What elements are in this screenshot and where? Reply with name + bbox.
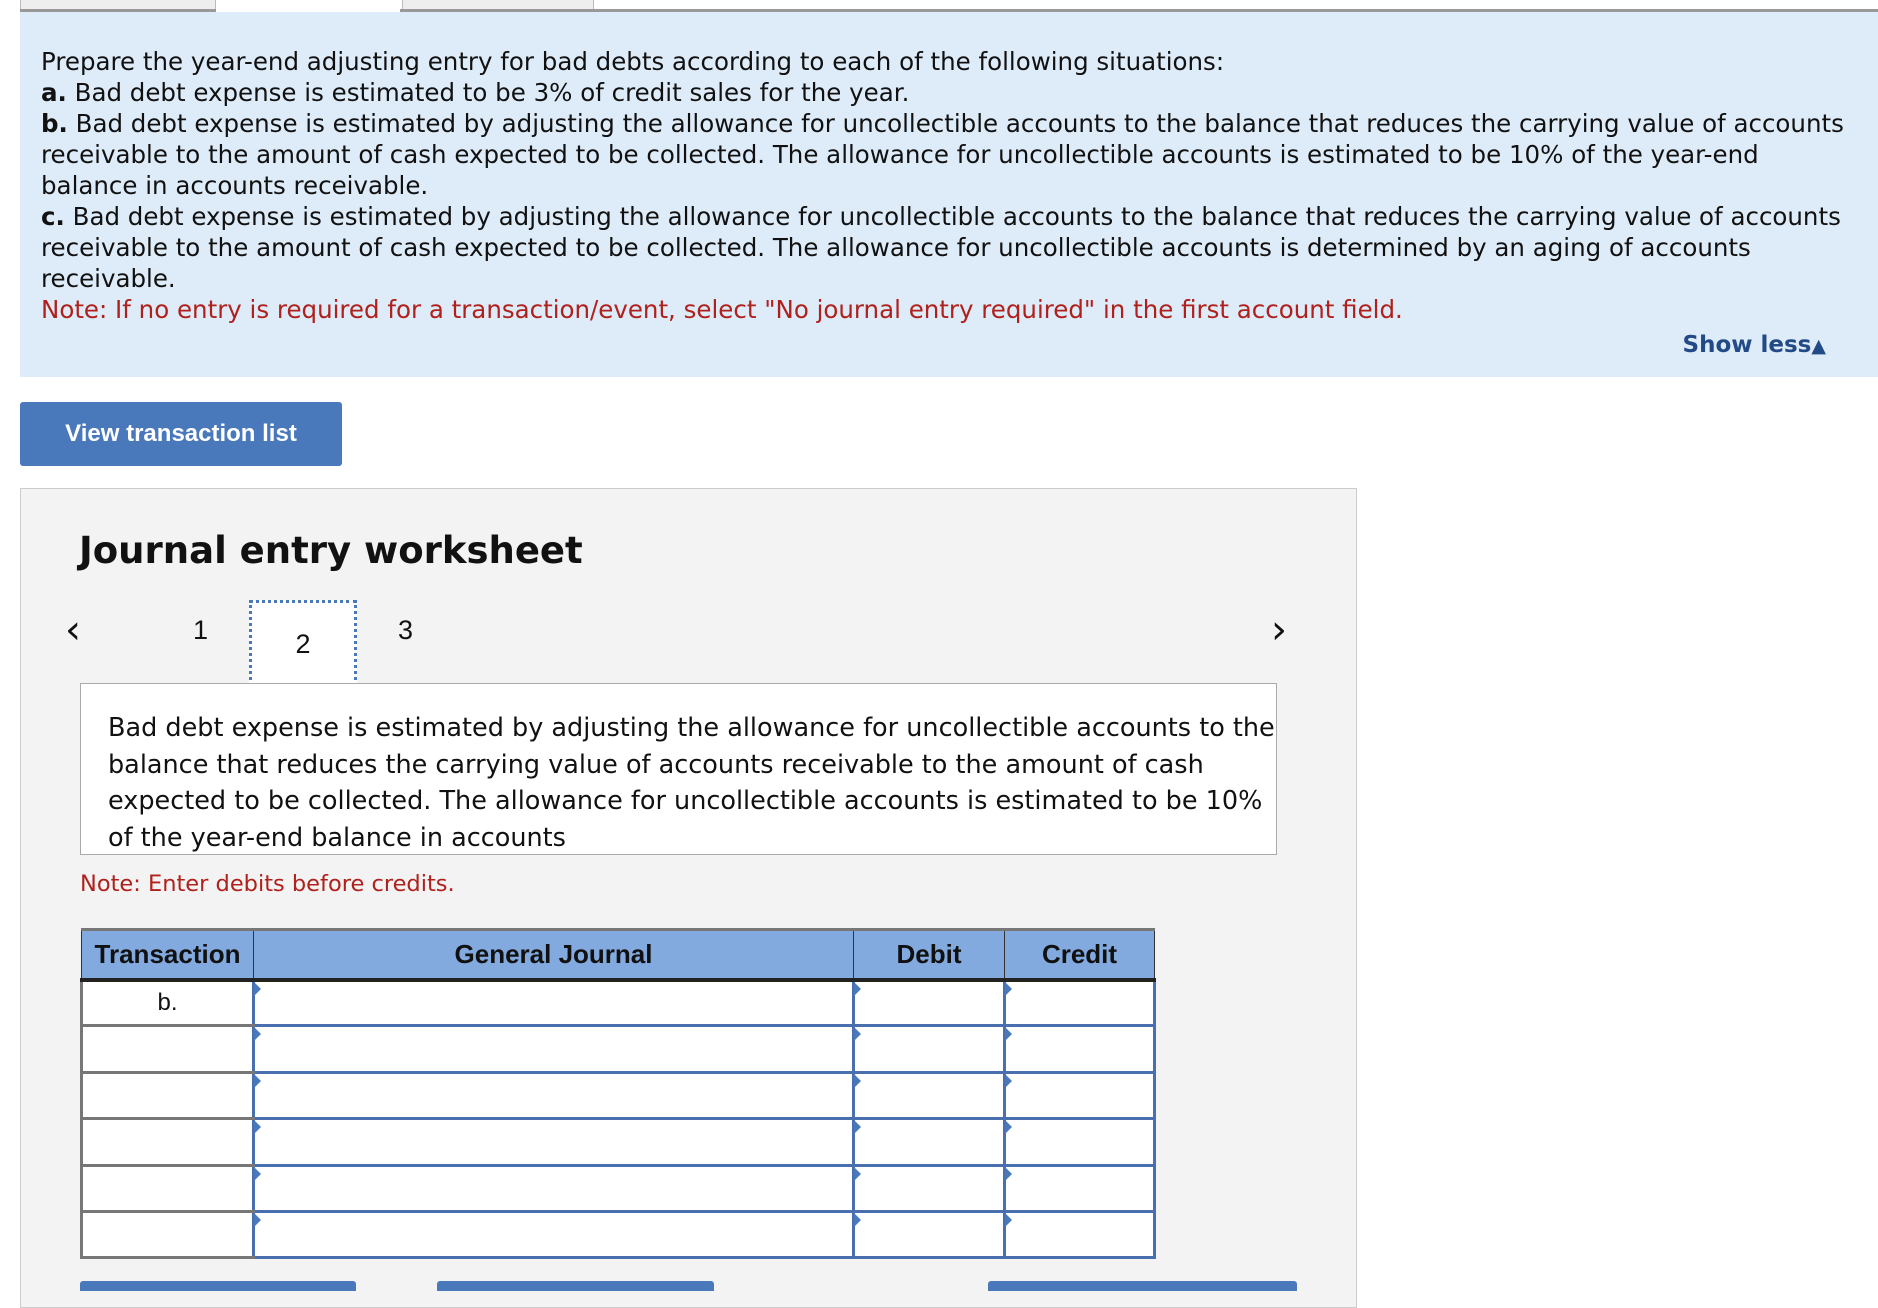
page-1[interactable]: 1 xyxy=(193,615,208,646)
instructions-note: Note: If no entry is required for a tran… xyxy=(41,295,1403,324)
chevron-right-icon[interactable]: › xyxy=(1271,607,1287,653)
debit-input[interactable] xyxy=(852,1070,1006,1121)
show-less-link[interactable]: Show less▲ xyxy=(1683,332,1826,358)
page-3[interactable]: 3 xyxy=(398,615,413,646)
account-select[interactable] xyxy=(252,1209,855,1260)
header-transaction: Transaction xyxy=(81,928,254,982)
table-row xyxy=(80,1024,1156,1074)
debit-input[interactable] xyxy=(852,977,1006,1028)
journal-entry-worksheet: Journal entry worksheet ‹ 1 2 3 › Bad de… xyxy=(20,488,1357,1308)
debit-input[interactable] xyxy=(852,1163,1006,1213)
credit-input[interactable] xyxy=(1003,1024,1156,1074)
transaction-cell: b. xyxy=(80,979,254,1028)
table-row xyxy=(80,1163,1156,1213)
bottom-button-1[interactable] xyxy=(80,1281,356,1291)
table-row xyxy=(80,1117,1156,1167)
situation-a: a. Bad debt expense is estimated to be 3… xyxy=(41,78,910,107)
view-transaction-list-button[interactable]: View transaction list xyxy=(20,402,342,466)
credit-input[interactable] xyxy=(1003,1209,1156,1260)
bottom-button-3[interactable] xyxy=(988,1281,1297,1291)
debit-input[interactable] xyxy=(852,1209,1006,1260)
header-debit: Debit xyxy=(853,928,1005,982)
header-credit: Credit xyxy=(1004,928,1155,982)
table-row xyxy=(80,1209,1156,1260)
worksheet-title: Journal entry worksheet xyxy=(79,529,583,572)
account-select[interactable] xyxy=(252,977,855,1028)
transaction-cell xyxy=(80,1072,254,1121)
situation-b: b. Bad debt expense is estimated by adju… xyxy=(41,109,1844,200)
credit-input[interactable] xyxy=(1003,1163,1156,1213)
credit-input[interactable] xyxy=(1003,1070,1156,1121)
account-select[interactable] xyxy=(252,1163,855,1213)
table-header: Transaction General Journal Debit Credit xyxy=(81,928,1155,982)
debit-input[interactable] xyxy=(852,1024,1006,1074)
page-2[interactable]: 2 xyxy=(249,600,357,686)
credit-input[interactable] xyxy=(1003,1117,1156,1167)
debit-input[interactable] xyxy=(852,1117,1006,1167)
chevron-left-icon[interactable]: ‹ xyxy=(65,607,81,653)
journal-table: Transaction General Journal Debit Credit… xyxy=(80,928,1156,1260)
transaction-cell xyxy=(80,1025,254,1074)
account-select[interactable] xyxy=(252,1024,855,1074)
credit-input[interactable] xyxy=(1003,977,1156,1028)
transaction-cell xyxy=(80,1118,254,1167)
instructions-panel: Prepare the year-end adjusting entry for… xyxy=(20,12,1878,377)
debits-note: Note: Enter debits before credits. xyxy=(80,871,455,897)
instructions-intro: Prepare the year-end adjusting entry for… xyxy=(41,47,1225,76)
account-select[interactable] xyxy=(252,1117,855,1167)
entry-description: Bad debt expense is estimated by adjusti… xyxy=(80,683,1277,855)
transaction-cell xyxy=(80,1211,254,1260)
situation-c: c. Bad debt expense is estimated by adju… xyxy=(41,202,1841,293)
bottom-button-2[interactable] xyxy=(437,1281,714,1291)
table-row: b. xyxy=(80,977,1156,1028)
triangle-up-icon: ▲ xyxy=(1811,335,1826,357)
transaction-cell xyxy=(80,1165,254,1213)
account-select[interactable] xyxy=(252,1070,855,1121)
header-general-journal: General Journal xyxy=(253,928,854,982)
table-row xyxy=(80,1070,1156,1121)
